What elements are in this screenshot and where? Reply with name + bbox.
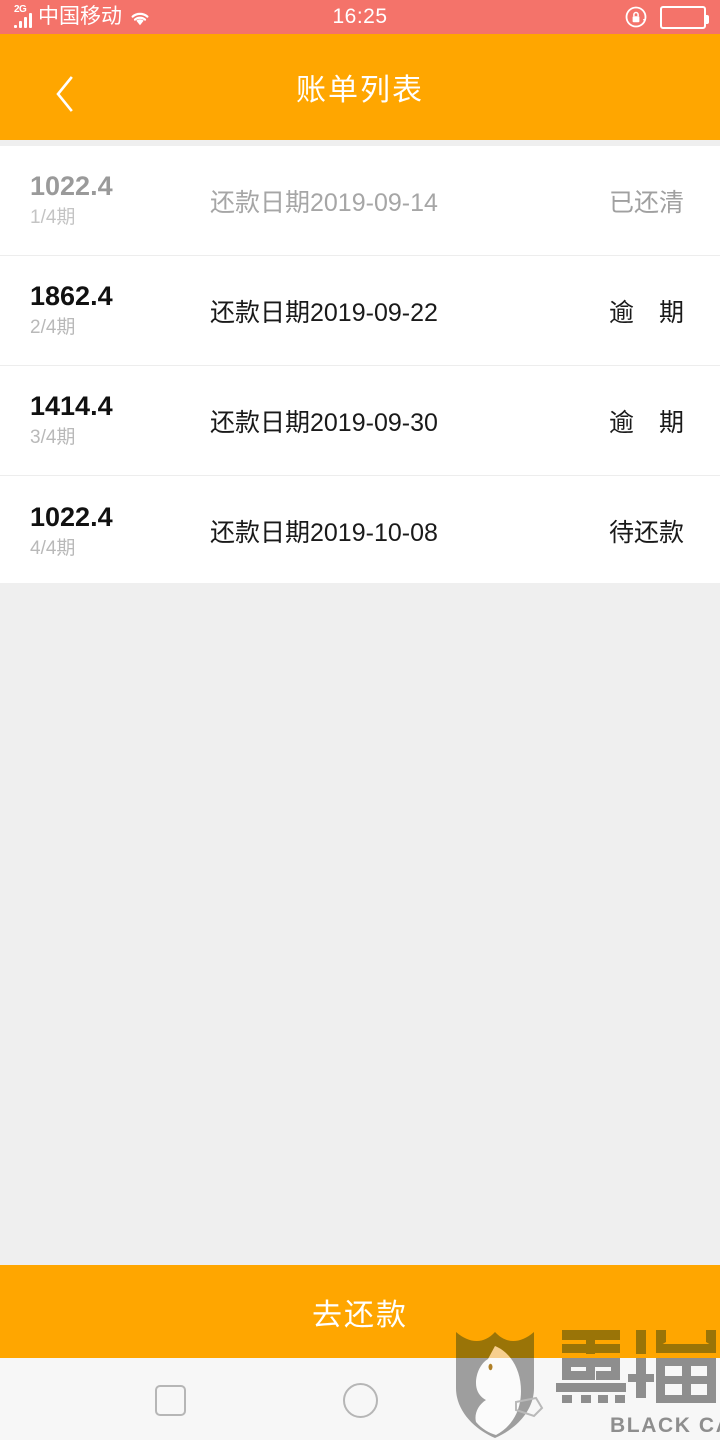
table-row[interactable]: 1862.4 2/4期 还款日期2019-09-22 逾 期 (0, 256, 720, 366)
bill-list: 1022.4 1/4期 还款日期2019-09-14 已还清 1862.4 2/… (0, 146, 720, 586)
status-badge: 逾 期 (608, 408, 684, 437)
page-title: 账单列表 (296, 74, 424, 107)
table-row[interactable]: 1022.4 4/4期 还款日期2019-10-08 待还款 (0, 476, 720, 586)
battery-icon (660, 5, 709, 29)
row-date: 还款日期2019-09-14 (210, 188, 438, 217)
row-amount: 1414.4 (30, 391, 113, 421)
clock-label: 16:25 (332, 5, 388, 28)
row-amount-cell: 1414.4 3/4期 (0, 390, 210, 451)
rotation-lock-icon (624, 5, 649, 30)
status-bar-right (624, 5, 709, 30)
empty-content-area (0, 583, 720, 1265)
square-recents-icon[interactable] (155, 1385, 186, 1416)
row-date: 还款日期2019-10-08 (210, 519, 438, 547)
row-amount-cell: 1022.4 1/4期 (0, 170, 210, 231)
row-date: 还款日期2019-09-30 (210, 408, 438, 437)
row-term: 1/4期 (30, 207, 76, 228)
row-term: 2/4期 (30, 317, 76, 338)
row-term: 3/4期 (30, 427, 76, 448)
row-amount: 1862.4 (30, 281, 113, 311)
row-amount-cell: 1862.4 2/4期 (0, 280, 210, 341)
row-amount-cell: 1022.4 4/4期 (0, 501, 210, 562)
status-badge: 逾 期 (608, 298, 684, 327)
row-amount: 1022.4 (30, 171, 113, 201)
table-row[interactable]: 1414.4 3/4期 还款日期2019-09-30 逾 期 (0, 366, 720, 476)
circle-home-icon[interactable] (343, 1383, 378, 1418)
status-badge: 待还款 (608, 519, 684, 547)
status-bar: 2G 中国移动 16:25 (0, 0, 720, 34)
status-badge: 已还清 (608, 188, 684, 217)
row-term: 4/4期 (30, 537, 76, 559)
app-header: 账单列表 (0, 34, 720, 140)
go-repay-button[interactable]: 去还款 (0, 1265, 720, 1358)
row-date: 还款日期2019-09-22 (210, 298, 438, 327)
table-row[interactable]: 1022.4 1/4期 还款日期2019-09-14 已还清 (0, 146, 720, 256)
row-amount: 1022.4 (30, 501, 113, 532)
phone-screen: 2G 中国移动 16:25 账单列表 1022.4 1/4期 还款日期2019-… (0, 0, 720, 1440)
